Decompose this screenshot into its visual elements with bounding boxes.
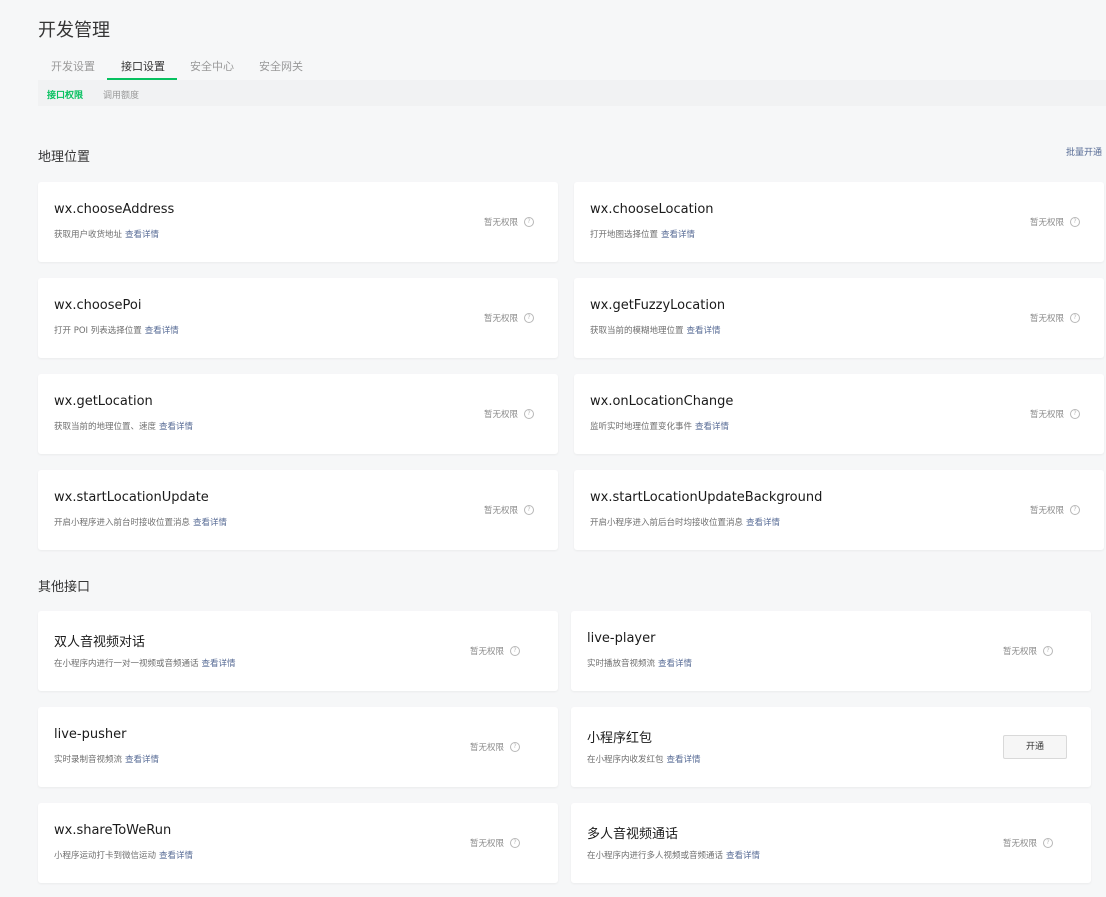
api-name: wx.shareToWeRun	[54, 823, 172, 838]
help-icon[interactable]: ?	[524, 505, 535, 515]
api-card: wx.chooseLocation 打开地图选择位置 查看详情 暂无权限?	[574, 182, 1104, 262]
api-card: wx.choosePoi 打开 POI 列表选择位置 查看详情 暂无权限?	[38, 278, 558, 358]
permission-status: 暂无权限?	[1003, 837, 1054, 849]
tab-security-center[interactable]: 安全中心	[190, 58, 234, 74]
view-details-link[interactable]: 查看详情	[159, 422, 193, 432]
api-card: wx.shareToWeRun 小程序运动打卡到微信运动 查看详情 暂无权限?	[38, 803, 558, 883]
help-icon[interactable]: ?	[524, 313, 535, 323]
view-details-link[interactable]: 查看详情	[125, 230, 159, 240]
api-name: wx.getFuzzyLocation	[590, 298, 726, 313]
api-name: wx.startLocationUpdateBackground	[590, 490, 823, 505]
api-description: 监听实时地理位置变化事件 查看详情	[590, 422, 730, 432]
permission-status: 暂无权限?	[1030, 216, 1081, 228]
tab-security-gateway[interactable]: 安全网关	[259, 58, 303, 74]
permission-status: 暂无权限?	[470, 837, 521, 849]
api-card: wx.getLocation 获取当前的地理位置、速度 查看详情 暂无权限?	[38, 374, 558, 454]
api-card: 小程序红包 在小程序内收发红包 查看详情 开通	[571, 707, 1091, 787]
help-icon[interactable]: ?	[1043, 838, 1054, 848]
help-icon[interactable]: ?	[524, 217, 535, 227]
page-title: 开发管理	[38, 20, 110, 41]
api-description: 打开 POI 列表选择位置 查看详情	[54, 326, 179, 336]
api-card: 双人音视频对话 在小程序内进行一对一视频或音频通话 查看详情 暂无权限?	[38, 611, 558, 691]
api-description: 获取当前的模糊地理位置 查看详情	[590, 326, 721, 336]
api-card: live-player 实时播放音视频流 查看详情 暂无权限?	[571, 611, 1091, 691]
api-name: 多人音视频通话	[587, 827, 679, 842]
api-name: live-pusher	[54, 727, 127, 742]
view-details-link[interactable]: 查看详情	[159, 851, 193, 861]
api-description: 实时录制音视频流 查看详情	[54, 755, 160, 765]
permission-status: 暂无权限?	[484, 504, 535, 516]
view-details-link[interactable]: 查看详情	[193, 518, 227, 528]
api-description: 开启小程序进入前后台时均接收位置消息 查看详情	[590, 518, 781, 528]
subtab-api-permissions[interactable]: 接口权限	[47, 88, 83, 101]
api-name: wx.startLocationUpdate	[54, 490, 209, 505]
api-card: live-pusher 实时录制音视频流 查看详情 暂无权限?	[38, 707, 558, 787]
section-title-geo: 地理位置	[38, 150, 91, 165]
view-details-link[interactable]: 查看详情	[202, 659, 236, 669]
help-icon[interactable]: ?	[510, 838, 521, 848]
section-title-other: 其他接口	[38, 580, 91, 595]
api-description: 获取用户收货地址 查看详情	[54, 230, 160, 240]
permission-status: 暂无权限?	[470, 645, 521, 657]
permission-status: 暂无权限?	[1030, 312, 1081, 324]
subtab-call-quota[interactable]: 调用额度	[103, 88, 139, 101]
help-icon[interactable]: ?	[1070, 217, 1081, 227]
view-details-link[interactable]: 查看详情	[667, 755, 701, 765]
permission-status: 暂无权限?	[1003, 645, 1054, 657]
api-description: 获取当前的地理位置、速度 查看详情	[54, 422, 194, 432]
api-card: wx.startLocationUpdateBackground 开启小程序进入…	[574, 470, 1104, 550]
help-icon[interactable]: ?	[510, 742, 521, 752]
api-name: wx.chooseLocation	[590, 202, 714, 217]
api-name: wx.getLocation	[54, 394, 153, 409]
sub-navigation: 接口权限 调用额度	[38, 80, 1106, 106]
view-details-link[interactable]: 查看详情	[746, 518, 780, 528]
api-card: wx.chooseAddress 获取用户收货地址 查看详情 暂无权限?	[38, 182, 558, 262]
api-description: 打开地图选择位置 查看详情	[590, 230, 696, 240]
api-description: 在小程序内进行多人视频或音频通话 查看详情	[587, 851, 761, 861]
view-details-link[interactable]: 查看详情	[125, 755, 159, 765]
view-details-link[interactable]: 查看详情	[661, 230, 695, 240]
api-name: wx.choosePoi	[54, 298, 142, 313]
help-icon[interactable]: ?	[1043, 646, 1054, 656]
main-tabs: 开发设置 接口设置 安全中心 安全网关	[38, 52, 1106, 81]
api-card: wx.getFuzzyLocation 获取当前的模糊地理位置 查看详情 暂无权限…	[574, 278, 1104, 358]
permission-status: 暂无权限?	[484, 216, 535, 228]
api-card: wx.onLocationChange 监听实时地理位置变化事件 查看详情 暂无权…	[574, 374, 1104, 454]
view-details-link[interactable]: 查看详情	[687, 326, 721, 336]
view-details-link[interactable]: 查看详情	[658, 659, 692, 669]
api-name: 小程序红包	[587, 731, 653, 746]
batch-enable-link[interactable]: 批量开通	[1066, 145, 1102, 158]
help-icon[interactable]: ?	[1070, 313, 1081, 323]
help-icon[interactable]: ?	[1070, 409, 1081, 419]
api-name: 双人音视频对话	[54, 635, 146, 650]
view-details-link[interactable]: 查看详情	[726, 851, 760, 861]
api-description: 实时播放音视频流 查看详情	[587, 659, 693, 669]
permission-status: 暂无权限?	[470, 741, 521, 753]
help-icon[interactable]: ?	[524, 409, 535, 419]
permission-status: 暂无权限?	[484, 408, 535, 420]
tab-dev-settings[interactable]: 开发设置	[51, 58, 95, 74]
permission-status: 暂无权限?	[1030, 408, 1081, 420]
help-icon[interactable]: ?	[1070, 505, 1081, 515]
api-description: 在小程序内收发红包 查看详情	[587, 755, 701, 765]
api-description: 在小程序内进行一对一视频或音频通话 查看详情	[54, 659, 236, 669]
api-card: wx.startLocationUpdate 开启小程序进入前台时接收位置消息查…	[38, 470, 558, 550]
help-icon[interactable]: ?	[510, 646, 521, 656]
tab-api-settings[interactable]: 接口设置	[121, 58, 165, 74]
api-description: 开启小程序进入前台时接收位置消息 查看详情	[54, 518, 228, 528]
permission-status: 暂无权限?	[1030, 504, 1081, 516]
api-name: wx.chooseAddress	[54, 202, 175, 217]
permission-status: 暂无权限?	[484, 312, 535, 324]
api-card: 多人音视频通话 在小程序内进行多人视频或音频通话 查看详情 暂无权限?	[571, 803, 1091, 883]
view-details-link[interactable]: 查看详情	[695, 422, 729, 432]
api-description: 小程序运动打卡到微信运动 查看详情	[54, 851, 194, 861]
api-name: wx.onLocationChange	[590, 394, 734, 409]
enable-button[interactable]: 开通	[1003, 735, 1067, 759]
api-name: live-player	[587, 631, 656, 646]
view-details-link[interactable]: 查看详情	[145, 326, 179, 336]
